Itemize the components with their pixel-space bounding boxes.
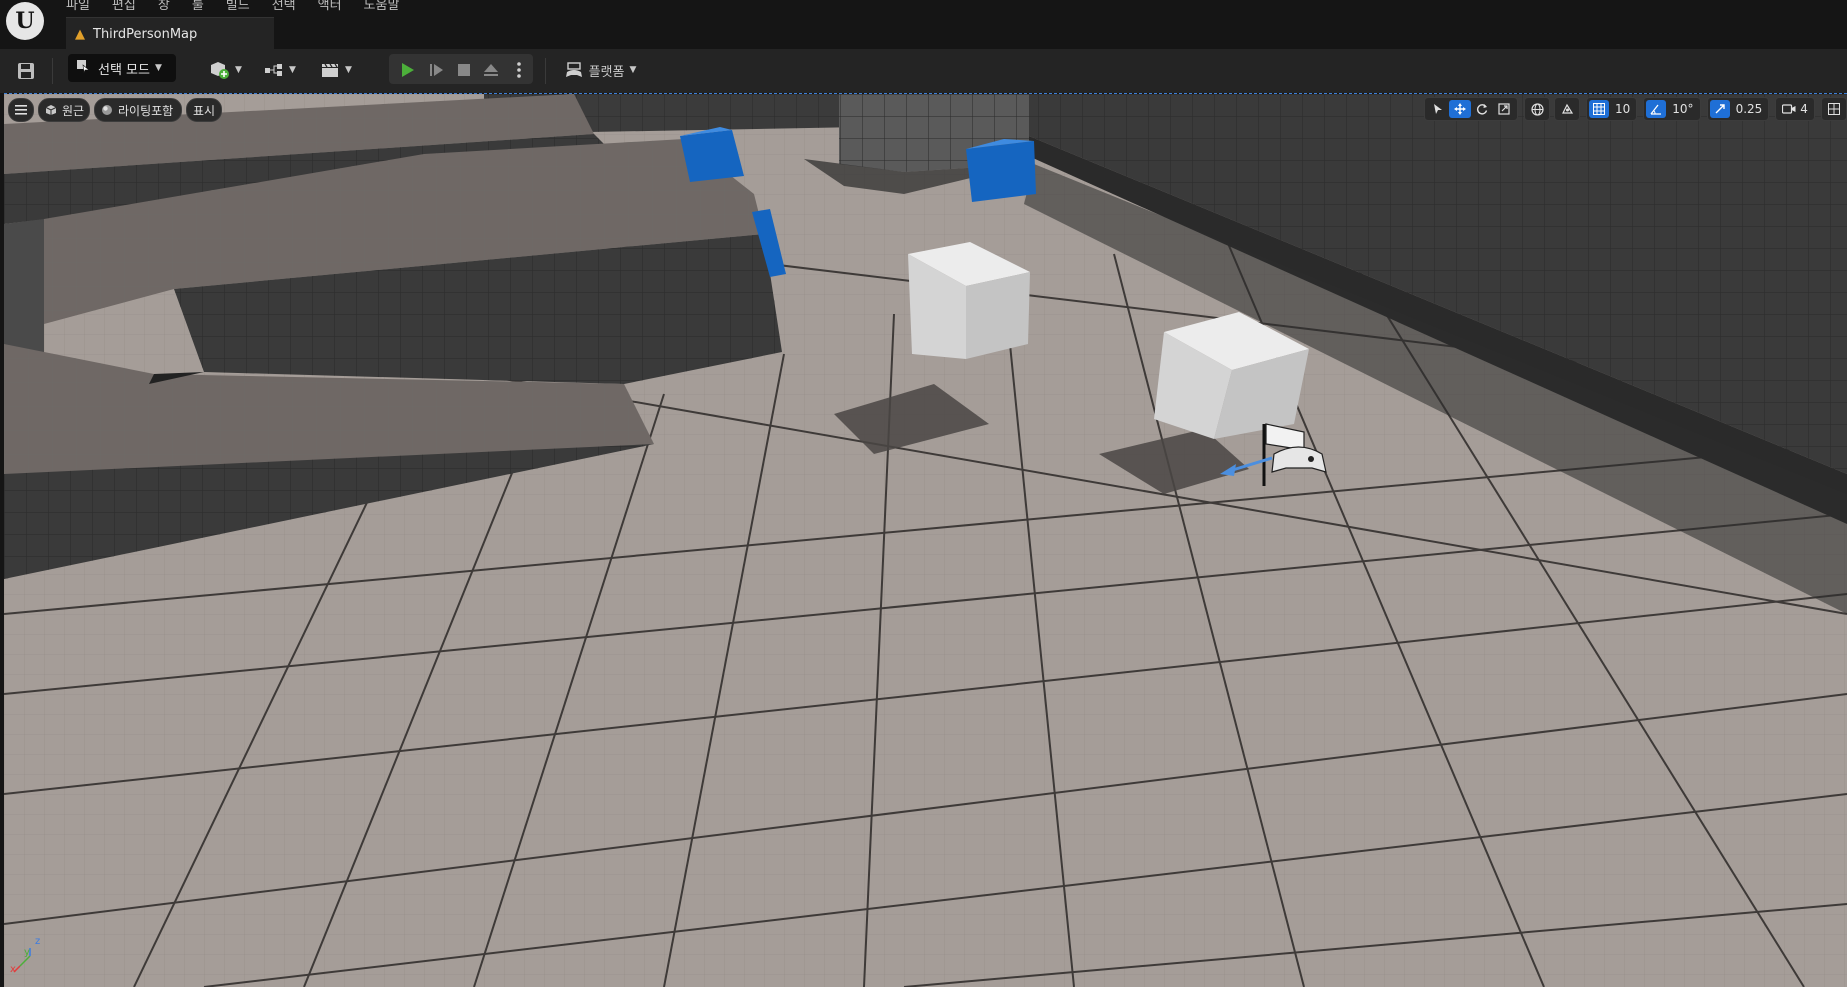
unreal-logo-icon[interactable]: U (6, 2, 44, 40)
viewport-layout-icon[interactable] (1820, 97, 1847, 121)
eject-button[interactable] (479, 55, 503, 85)
menu-build[interactable]: 빌드 (226, 0, 250, 13)
chevron-down-icon: ▼ (154, 63, 162, 73)
level-icon: ▲ (75, 26, 85, 42)
cinematics-button[interactable]: ▼ (317, 55, 355, 85)
blueprint-button[interactable]: ▼ (262, 55, 298, 85)
chevron-down-icon: ▼ (289, 65, 296, 75)
menu-bar: U 파일 편집 창 툴 빌드 선택 액터 도움말 ▲ ThirdPersonMa… (0, 0, 1847, 50)
main-menu: 파일 편집 창 툴 빌드 선택 액터 도움말 (66, 0, 421, 13)
camera-speed-value: 4 (1800, 102, 1808, 116)
selection-mode-button[interactable]: 선택 모드 ▼ (68, 54, 176, 82)
menu-select[interactable]: 선택 (272, 0, 296, 13)
kebab-icon (517, 62, 521, 78)
grid-snap-toggle[interactable]: 10 (1586, 97, 1638, 121)
grid-icon (1589, 100, 1609, 118)
menu-edit[interactable]: 편집 (112, 0, 136, 13)
chevron-down-icon: ▼ (235, 65, 242, 75)
play-button[interactable] (395, 55, 419, 85)
rotation-snap-value: 10° (1672, 102, 1694, 116)
world-space-icon[interactable] (1524, 97, 1550, 121)
lighting-mode-label: 라이팅포함 (118, 103, 174, 118)
hamburger-icon (15, 105, 27, 115)
blue-cube[interactable] (966, 139, 1036, 202)
transform-toolbar: 10 10° 0.25 4 (1424, 97, 1847, 121)
advance-frame-button[interactable] (424, 55, 448, 85)
platform-button[interactable]: 플랫폼 ▼ (560, 55, 640, 85)
axis-gizmo: x y z (10, 934, 50, 978)
axis-z-label: z (35, 936, 41, 947)
level-viewport[interactable]: 원근 라이팅포함 표시 10 10° 0.25 4 x y z (4, 93, 1847, 987)
lighting-mode-button[interactable]: 라이팅포함 (94, 98, 182, 122)
scale-arrow-icon (1709, 100, 1730, 118)
cursor-cube-icon (76, 59, 90, 77)
show-flags-button[interactable]: 표시 (186, 98, 222, 122)
clapper-icon (322, 63, 339, 77)
chevron-down-icon: ▼ (345, 65, 352, 75)
scale-snap-toggle[interactable]: 0.25 (1706, 97, 1770, 121)
blueprint-icon (265, 64, 283, 76)
menu-actor[interactable]: 액터 (318, 0, 342, 13)
translate-tool-icon[interactable] (1449, 100, 1471, 118)
add-cube-icon (211, 62, 230, 79)
toolbar-divider (545, 58, 546, 84)
show-flags-label: 표시 (192, 103, 216, 118)
rotate-tool-icon[interactable] (1471, 103, 1493, 115)
scene-render[interactable] (4, 94, 1847, 987)
surface-snap-icon[interactable] (1554, 97, 1580, 121)
add-actor-button[interactable]: ▼ (205, 55, 245, 85)
toolbar-divider (52, 58, 53, 84)
stop-icon (458, 64, 470, 76)
menu-window[interactable]: 창 (158, 0, 170, 13)
select-tool-icon[interactable] (1427, 103, 1449, 115)
platform-icon (565, 62, 582, 77)
play-icon (402, 63, 414, 77)
camera-icon (1782, 104, 1796, 114)
save-icon[interactable] (12, 56, 40, 86)
perspective-label: 원근 (62, 103, 85, 118)
axis-x-label: x (10, 964, 16, 975)
step-icon (430, 64, 443, 76)
level-tab-label: ThirdPersonMap (93, 26, 198, 42)
viewport-menu-button[interactable] (8, 98, 34, 122)
menu-file[interactable]: 파일 (66, 0, 90, 13)
rotation-snap-toggle[interactable]: 10° (1643, 97, 1701, 121)
platform-label: 플랫폼 (588, 64, 625, 80)
lit-sphere-icon (102, 105, 112, 115)
camera-speed-button[interactable]: 4 (1775, 97, 1815, 121)
scale-snap-value: 0.25 (1735, 102, 1763, 116)
stop-button[interactable] (452, 55, 476, 85)
eject-icon (484, 64, 498, 76)
scale-tool-icon[interactable] (1493, 103, 1515, 115)
axis-y-label: y (24, 947, 30, 958)
perspective-button[interactable]: 원근 (38, 98, 90, 122)
menu-tools[interactable]: 툴 (192, 0, 204, 13)
cube-icon (45, 105, 57, 115)
angle-icon (1646, 100, 1667, 118)
play-options-button[interactable] (507, 55, 531, 85)
grid-snap-value: 10 (1615, 102, 1631, 116)
chevron-down-icon: ▼ (629, 65, 637, 75)
level-tab[interactable]: ▲ ThirdPersonMap (66, 17, 274, 50)
menu-help[interactable]: 도움말 (364, 0, 400, 13)
selection-mode-label: 선택 모드 (98, 62, 150, 78)
